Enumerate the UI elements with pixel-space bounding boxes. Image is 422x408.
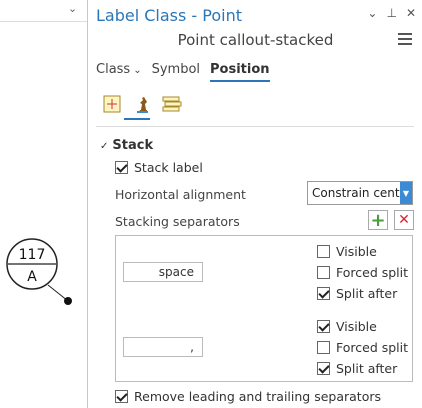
remove-separators-checkbox[interactable]: [115, 390, 128, 403]
visible-option[interactable]: Visible: [317, 319, 377, 334]
divider: [96, 126, 414, 127]
map-view[interactable]: ⌄ 117 A: [0, 0, 87, 408]
split-after-option[interactable]: Split after: [317, 361, 397, 376]
chevron-down-icon[interactable]: ⌄: [367, 6, 377, 20]
add-separator-button[interactable]: +: [368, 209, 388, 231]
forced-split-checkbox[interactable]: [317, 266, 330, 279]
map-canvas: 117 A: [6, 238, 72, 305]
tab-position[interactable]: Position: [210, 62, 270, 82]
visible-option[interactable]: Visible: [317, 244, 377, 259]
chess-piece-icon[interactable]: [131, 93, 153, 115]
stacking-separators-label: Stacking separators: [115, 214, 240, 229]
forced-split-option[interactable]: Forced split: [317, 265, 408, 280]
chevron-down-icon: ⌄: [133, 65, 142, 76]
close-icon[interactable]: ✕: [406, 6, 416, 20]
chevron-down-icon[interactable]: ▼: [400, 182, 412, 204]
stacking-icon[interactable]: [161, 93, 183, 115]
horizontal-alignment-label: Horizontal alignment: [115, 187, 246, 202]
stack-label-checkbox[interactable]: [115, 161, 128, 174]
visible-checkbox[interactable]: [317, 245, 330, 258]
split-after-checkbox[interactable]: [317, 362, 330, 375]
split-after-checkbox[interactable]: [317, 287, 330, 300]
split-after-option[interactable]: Split after: [317, 286, 397, 301]
separators-list: space Visible Forced split Split after ,…: [115, 235, 413, 382]
plus-icon: +: [370, 209, 386, 231]
delete-separator-button[interactable]: ✕: [394, 210, 414, 230]
separator-input[interactable]: space: [123, 262, 203, 282]
tab-class[interactable]: Class ⌄: [96, 62, 142, 82]
point-symbol: [64, 297, 72, 305]
placement-icon[interactable]: [101, 93, 123, 115]
pane-title: Label Class - Point: [96, 6, 243, 25]
pane-controls: ⌄ ⊥ ✕: [367, 6, 416, 20]
tab-bar: Class ⌄ Symbol Position: [96, 62, 270, 82]
horizontal-alignment-select[interactable]: Constrain center ▼: [307, 181, 413, 205]
section-stack-header[interactable]: ✓ Stack: [100, 138, 153, 153]
chevron-down-icon: ✓: [100, 141, 109, 152]
forced-split-option[interactable]: Forced split: [317, 340, 408, 355]
stack-label-option[interactable]: Stack label: [115, 160, 203, 175]
visible-checkbox[interactable]: [317, 320, 330, 333]
forced-split-checkbox[interactable]: [317, 341, 330, 354]
tab-symbol[interactable]: Symbol: [152, 62, 200, 82]
close-icon: ✕: [398, 212, 410, 228]
separator-input[interactable]: ,: [123, 337, 203, 357]
callout-text-bottom: A: [27, 269, 37, 285]
label-class-name: Point callout-stacked: [177, 31, 334, 49]
subtab-bar: [101, 93, 183, 115]
remove-separators-option[interactable]: Remove leading and trailing separators: [115, 389, 381, 404]
pin-icon[interactable]: ⊥: [386, 6, 396, 20]
active-subtab-indicator: [124, 118, 150, 120]
menu-icon[interactable]: [398, 33, 412, 45]
callout-text-top: 117: [19, 247, 46, 263]
label-class-pane: Label Class - Point ⌄ ⊥ ✕ Point callout-…: [87, 0, 422, 408]
